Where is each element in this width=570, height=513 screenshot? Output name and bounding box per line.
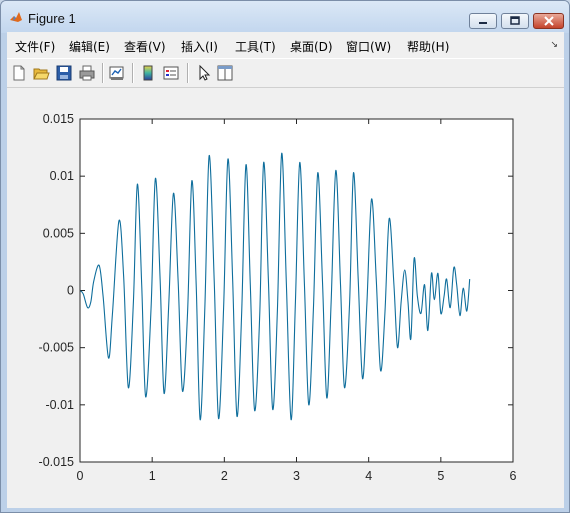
minimize-button[interactable] (469, 13, 497, 29)
x-tick-label: 6 (510, 469, 517, 483)
maximize-icon (502, 14, 528, 28)
y-tick-label: 0.015 (43, 112, 74, 126)
x-tick-label: 5 (437, 469, 444, 483)
title-bar[interactable]: Figure 1 (1, 1, 569, 33)
y-tick-label: 0.01 (50, 169, 74, 183)
x-tick-label: 4 (365, 469, 372, 483)
y-tick-label: 0 (67, 284, 74, 298)
x-tick-label: 0 (77, 469, 84, 483)
x-tick-label: 1 (149, 469, 156, 483)
close-button[interactable] (533, 13, 564, 29)
window-title: Figure 1 (28, 11, 76, 26)
close-icon (534, 14, 563, 28)
figure-client-area: 文件(F) 编辑(E) 查看(V) 插入(I) 工具(T) 桌面(D) 窗口(W… (7, 32, 564, 508)
y-tick-label: 0.005 (43, 226, 74, 240)
y-tick-label: -0.015 (39, 455, 74, 469)
x-tick-label: 3 (293, 469, 300, 483)
matlab-logo-icon (10, 12, 22, 22)
y-tick-label: -0.01 (46, 398, 75, 412)
maximize-button[interactable] (501, 13, 529, 29)
x-tick-label: 2 (221, 469, 228, 483)
y-tick-label: -0.005 (39, 341, 74, 355)
figure-plot: 0 1 2 3 4 5 6 0.015 0.01 0.005 0 -0.005 -0.01 -0.015 (39, 112, 517, 483)
figure-window: Figure 1 文件(F) 编辑(E) 查看(V) 插入(I) 工具(T) 桌… (0, 0, 570, 513)
minimize-icon (470, 14, 496, 28)
